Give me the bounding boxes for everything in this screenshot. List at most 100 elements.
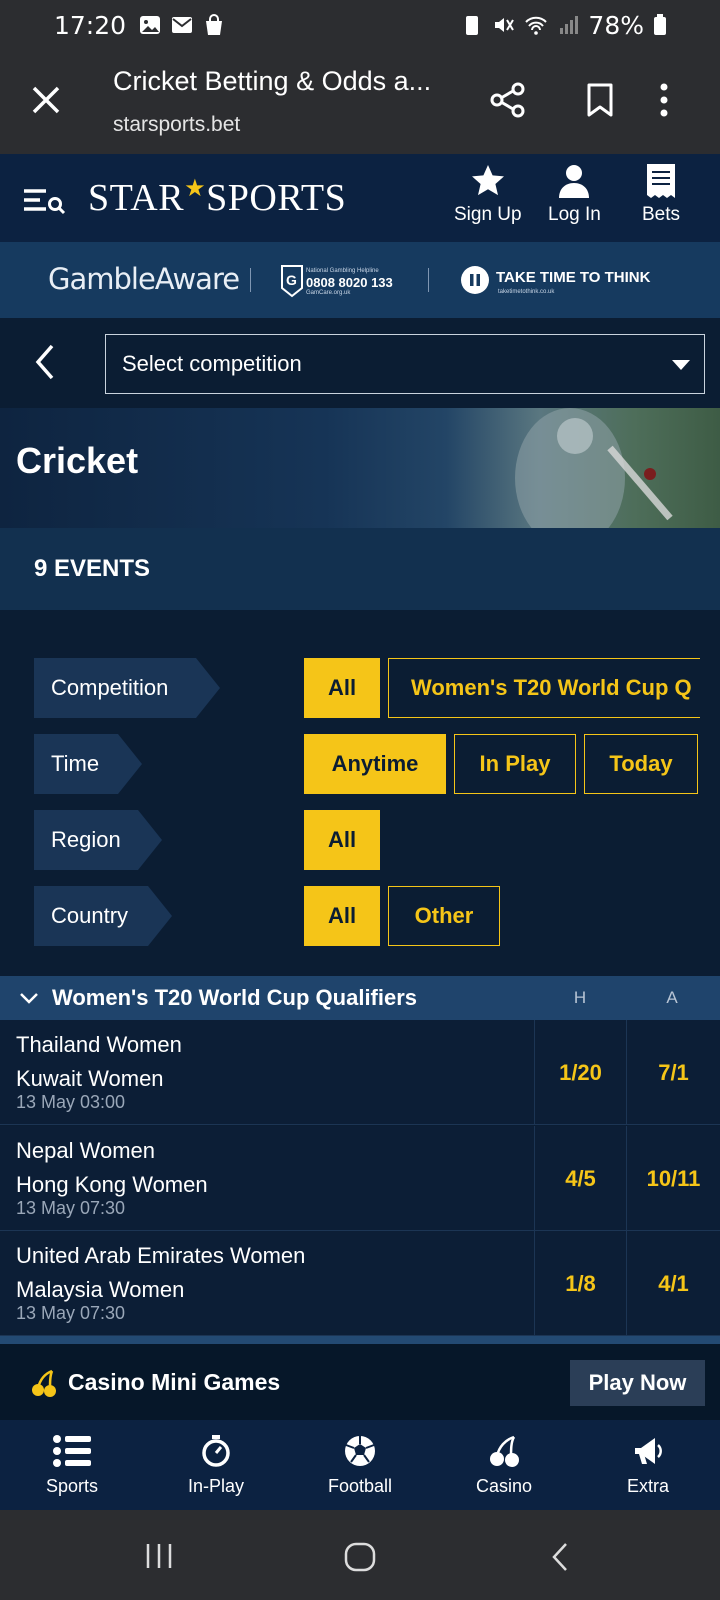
nav-in-play[interactable]: In-Play xyxy=(144,1420,288,1510)
competition-group-header[interactable]: Women's T20 World Cup Qualifiers H A xyxy=(0,976,720,1020)
competition-group-title: Women's T20 World Cup Qualifiers xyxy=(52,985,418,1010)
away-team: Malaysia Women xyxy=(16,1277,185,1302)
nav-label: In-Play xyxy=(187,1476,245,1496)
menu-search-icon[interactable] xyxy=(22,182,68,218)
away-team: Kuwait Women xyxy=(16,1066,164,1091)
home-team: Nepal Women xyxy=(16,1138,155,1163)
share-icon[interactable] xyxy=(488,80,528,120)
gallery-icon xyxy=(140,16,161,34)
home-team: United Arab Emirates Women xyxy=(16,1243,306,1268)
event-row[interactable]: Thailand Women Kuwait Women 13 May 03:00… xyxy=(0,1020,720,1125)
away-team: Hong Kong Women xyxy=(16,1172,208,1197)
page-url[interactable]: starsports.bet xyxy=(113,113,240,137)
page-title: Cricket Betting & Odds a... xyxy=(113,66,432,96)
list-icon xyxy=(53,1435,91,1467)
cricket-player-image xyxy=(515,408,673,528)
star-icon xyxy=(471,165,504,196)
battery-percentage: 78% xyxy=(588,10,644,40)
odds-home-button[interactable]: 4/5 xyxy=(534,1126,626,1231)
filter-chip-time-in-play[interactable]: In Play xyxy=(454,734,576,794)
promo-title: Casino Mini Games xyxy=(68,1369,281,1395)
odds-home-button[interactable]: 1/8 xyxy=(534,1231,626,1336)
nav-label: Football xyxy=(327,1476,393,1496)
dropdown-arrow-icon xyxy=(672,360,690,370)
shopping-bag-icon xyxy=(206,14,223,35)
filter-chip-region-all[interactable]: All xyxy=(304,810,380,870)
filter-label-country: Country xyxy=(34,886,172,946)
site-header: STAR★SPORTS Sign Up Log In Bets xyxy=(0,154,720,242)
cherries-icon xyxy=(490,1435,519,1467)
divider xyxy=(428,268,429,292)
nav-label: Casino xyxy=(475,1476,533,1496)
nav-football[interactable]: Football xyxy=(288,1420,432,1510)
filter-chip-country-other[interactable]: Other xyxy=(388,886,500,946)
column-header-away: A xyxy=(666,988,678,1007)
browser-toolbar: Cricket Betting & Odds a... starsports.b… xyxy=(0,50,720,154)
home-icon[interactable] xyxy=(344,1542,376,1572)
nav-sports[interactable]: Sports xyxy=(0,1420,144,1510)
event-time: 13 May 07:30 xyxy=(16,1198,126,1218)
back-icon[interactable] xyxy=(548,1542,572,1572)
pause-icon xyxy=(461,266,489,294)
events-count-bar: 9 EVENTS xyxy=(0,528,720,610)
helpline-caption: National Gambling Helpline xyxy=(306,268,379,274)
event-row[interactable]: Nepal Women Hong Kong Women 13 May 07:30… xyxy=(0,1126,720,1231)
home-team: Thailand Women xyxy=(16,1032,182,1057)
odds-home-button[interactable]: 1/20 xyxy=(534,1020,626,1125)
sign-up-button[interactable]: Sign Up xyxy=(454,162,522,226)
stopwatch-icon xyxy=(202,1435,230,1467)
play-now-button[interactable]: Play Now xyxy=(570,1360,705,1406)
bets-button[interactable]: Bets xyxy=(642,162,680,226)
casino-promo-bar: Casino Mini Games Play Now xyxy=(0,1344,720,1420)
helpline-url: GamCare.org.uk xyxy=(306,290,351,296)
close-icon[interactable] xyxy=(26,80,66,120)
odds-away-button[interactable]: 10/11 xyxy=(626,1126,720,1231)
gamcare-icon: G xyxy=(281,265,303,298)
event-row[interactable]: United Arab Emirates Women Malaysia Wome… xyxy=(0,1231,720,1336)
odds-away-button[interactable]: 4/1 xyxy=(626,1231,720,1336)
filter-chip-time-today[interactable]: Today xyxy=(584,734,698,794)
recent-apps-icon[interactable] xyxy=(144,1542,174,1570)
football-icon xyxy=(345,1436,375,1466)
competition-selector-row: Select competition xyxy=(0,318,720,408)
filter-chip-country-all[interactable]: All xyxy=(304,886,380,946)
nav-casino[interactable]: Casino xyxy=(432,1420,576,1510)
filter-chip-time-anytime[interactable]: Anytime xyxy=(304,734,446,794)
nav-label: Extra xyxy=(626,1476,669,1496)
status-bar: 17:20 78% xyxy=(0,0,720,50)
mail-icon xyxy=(172,17,193,33)
sport-title: Cricket xyxy=(16,440,139,481)
helpline-number[interactable]: 0808 8020 133 xyxy=(306,275,393,290)
more-options-icon[interactable] xyxy=(656,80,696,120)
battery-icon xyxy=(654,14,666,35)
responsible-gambling-bar: GambleAware G National Gambling Helpline… xyxy=(0,242,720,318)
filter-chip-competition-womens-t20[interactable]: Women's T20 World Cup Q xyxy=(388,658,700,718)
odds-away-button[interactable]: 7/1 xyxy=(626,1020,720,1125)
log-in-button[interactable]: Log In xyxy=(548,162,601,226)
betslip-icon xyxy=(647,164,676,198)
take-time-to-think-logo[interactable]: TAKE TIME TO THINK xyxy=(496,269,650,286)
chevron-down-icon[interactable] xyxy=(18,988,40,1008)
competition-select-placeholder: Select competition xyxy=(122,351,302,376)
starsports-logo[interactable]: STAR★SPORTS xyxy=(88,174,346,220)
ttt-url: taketimetothink.co.uk xyxy=(498,289,555,295)
mute-icon xyxy=(495,18,515,32)
filter-chip-competition-all[interactable]: All xyxy=(304,658,380,718)
gambleaware-logo[interactable]: GambleAware xyxy=(48,262,240,296)
user-icon xyxy=(559,165,590,198)
nav-extra[interactable]: Extra xyxy=(576,1420,720,1510)
bottom-navigation: Sports In-Play Football Casino Extra xyxy=(0,1420,720,1510)
competition-select[interactable]: Select competition xyxy=(105,334,705,394)
hero-banner: Cricket xyxy=(0,408,720,528)
signal-icon xyxy=(560,16,579,34)
event-time: 13 May 07:30 xyxy=(16,1303,126,1323)
event-time: 13 May 03:00 xyxy=(16,1092,126,1112)
bookmark-icon[interactable] xyxy=(580,80,620,120)
column-header-home: H xyxy=(573,988,587,1007)
divider xyxy=(0,1336,720,1344)
filter-label-region: Region xyxy=(34,810,162,870)
filter-label-competition: Competition xyxy=(34,658,220,718)
back-chevron-icon[interactable] xyxy=(30,342,60,382)
divider xyxy=(250,268,251,292)
events-count: 9 EVENTS xyxy=(34,555,151,582)
